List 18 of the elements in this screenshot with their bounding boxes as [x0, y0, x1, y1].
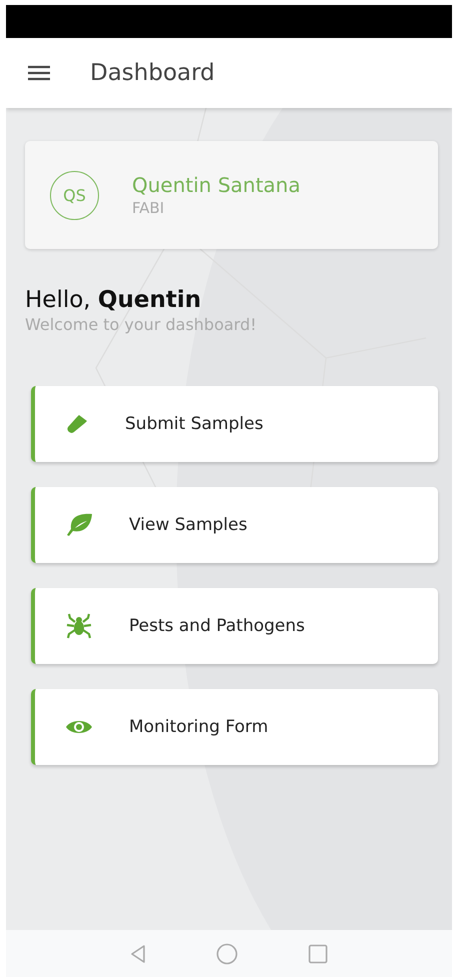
menu-card[interactable]: Pests and Pathogens — [31, 588, 438, 664]
avatar: QS — [50, 170, 99, 220]
spider-icon — [65, 613, 93, 639]
leaf-icon — [65, 513, 93, 537]
menu-card[interactable]: Monitoring Form — [31, 689, 438, 765]
page-title: Dashboard — [90, 60, 215, 86]
menu-card[interactable]: Submit Samples — [31, 386, 438, 462]
eye-icon — [65, 718, 93, 736]
test-tube-icon — [65, 413, 89, 435]
back-icon[interactable] — [130, 944, 146, 964]
menu-card[interactable]: View Samples — [31, 487, 438, 563]
user-name: Quentin Santana — [132, 173, 300, 197]
greeting: Hello, Quentin — [25, 287, 202, 313]
recents-icon[interactable] — [308, 944, 328, 964]
home-icon[interactable] — [216, 942, 238, 964]
welcome-text: Welcome to your dashboard! — [25, 315, 258, 334]
organization: FABI — [132, 199, 166, 217]
menu-icon[interactable] — [28, 65, 50, 81]
